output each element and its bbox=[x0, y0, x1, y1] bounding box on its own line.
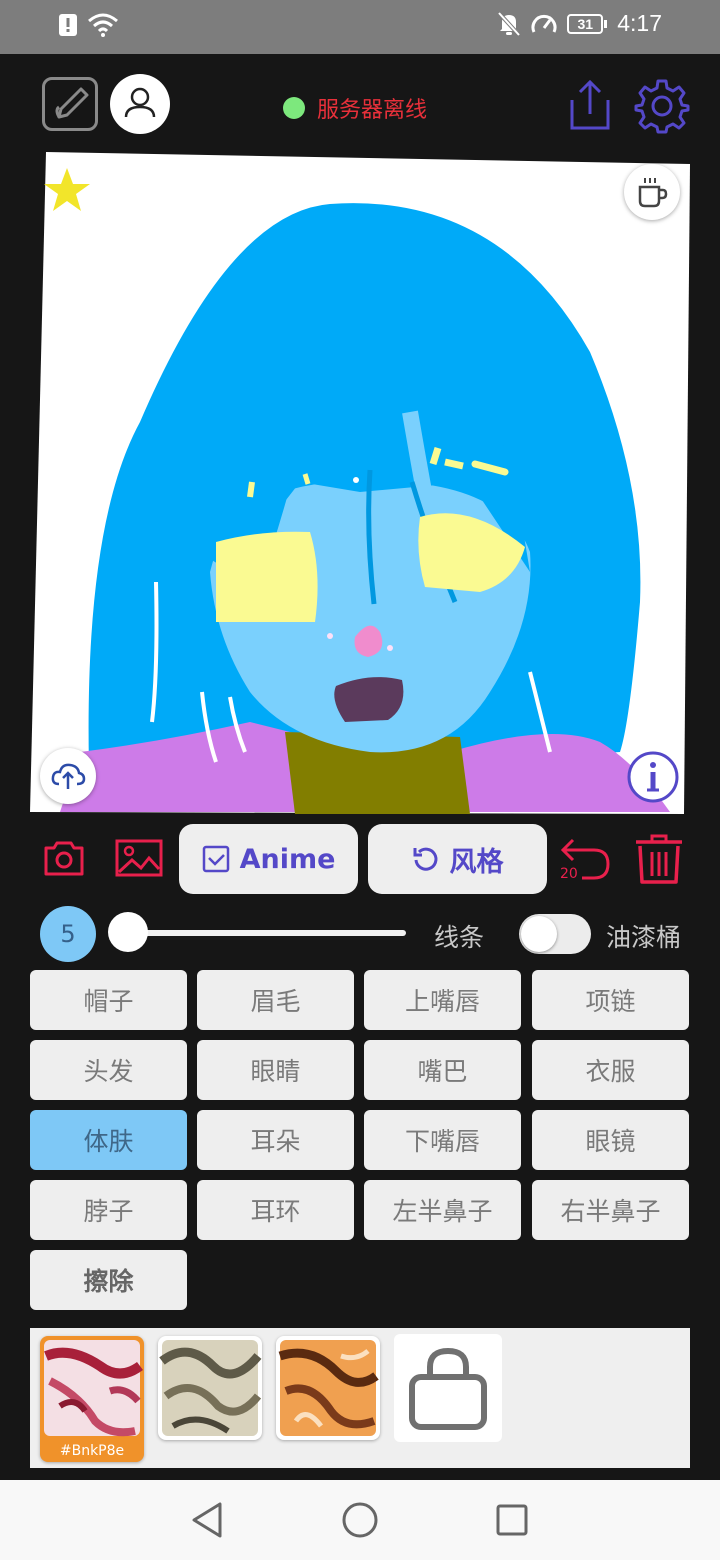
brush-controls: 5 线条 油漆桶 bbox=[0, 904, 720, 964]
part-chip-skin[interactable]: 体肤 bbox=[30, 1110, 187, 1170]
user-button[interactable] bbox=[110, 74, 170, 134]
part-chip-neck[interactable]: 脖子 bbox=[30, 1180, 187, 1240]
anime-label: Anime bbox=[239, 843, 336, 875]
style-swatch-selected[interactable]: #BnkP8e bbox=[40, 1336, 144, 1462]
toggle-knob bbox=[521, 916, 557, 952]
part-chip-necklace[interactable]: 项链 bbox=[532, 970, 689, 1030]
coffee-icon bbox=[638, 178, 668, 208]
style-thumbnail bbox=[278, 1340, 379, 1436]
alert-icon bbox=[59, 14, 77, 36]
camera-icon[interactable] bbox=[42, 836, 86, 880]
share-icon bbox=[570, 79, 610, 130]
style-button[interactable]: 风格 bbox=[368, 824, 547, 894]
shopping-bag-icon bbox=[409, 1347, 487, 1430]
style-thumbnail bbox=[159, 1340, 262, 1436]
share-button[interactable] bbox=[564, 78, 616, 136]
paint-bucket-label: 油漆桶 bbox=[606, 923, 682, 952]
info-button[interactable] bbox=[626, 750, 680, 804]
wifi-icon bbox=[88, 13, 118, 37]
part-chip-eyes[interactable]: 眼睛 bbox=[197, 1040, 354, 1100]
part-chip-mouth[interactable]: 嘴巴 bbox=[364, 1040, 521, 1100]
style-palette: #BnkP8e bbox=[30, 1328, 690, 1468]
style-store-button[interactable] bbox=[394, 1334, 502, 1442]
drawing-artwork bbox=[30, 152, 690, 814]
upload-icon bbox=[51, 763, 86, 789]
brush-size-badge: 5 bbox=[40, 906, 96, 962]
part-chip-hair[interactable]: 头发 bbox=[30, 1040, 187, 1100]
user-icon bbox=[124, 87, 156, 118]
star-icon[interactable] bbox=[42, 166, 92, 214]
paint-bucket-toggle[interactable] bbox=[519, 914, 591, 954]
server-status-text: 服务器离线 bbox=[317, 98, 428, 123]
status-bar: 31 4:17 bbox=[0, 0, 720, 54]
checkbox-icon bbox=[202, 845, 229, 873]
back-icon[interactable] bbox=[188, 1500, 228, 1540]
style-code: #BnkP8e bbox=[59, 1443, 125, 1459]
edit-icon bbox=[55, 87, 89, 119]
brush-size-track[interactable] bbox=[128, 930, 406, 936]
trash-icon[interactable] bbox=[632, 832, 686, 886]
erase-button[interactable]: 擦除 bbox=[30, 1250, 187, 1310]
part-chip-left-nose[interactable]: 左半鼻子 bbox=[364, 1180, 521, 1240]
settings-button[interactable] bbox=[634, 78, 690, 138]
settings-icon bbox=[634, 79, 690, 134]
part-chip-right-nose[interactable]: 右半鼻子 bbox=[532, 1180, 689, 1240]
recents-icon[interactable] bbox=[492, 1500, 532, 1540]
part-chip-ears[interactable]: 耳朵 bbox=[197, 1110, 354, 1170]
status-dot bbox=[283, 97, 305, 119]
anime-button[interactable]: Anime bbox=[179, 824, 358, 894]
tool-row: Anime 风格 20 bbox=[0, 822, 720, 898]
drawing-canvas[interactable] bbox=[30, 152, 690, 814]
battery-icon: 31 bbox=[567, 13, 608, 34]
upload-button[interactable] bbox=[40, 748, 96, 804]
coffee-button[interactable] bbox=[624, 164, 680, 220]
undo-count: 20 bbox=[560, 866, 578, 882]
battery-level: 31 bbox=[567, 13, 604, 34]
clock: 4:17 bbox=[617, 10, 662, 36]
part-chip-clothes[interactable]: 衣服 bbox=[532, 1040, 689, 1100]
brush-size-thumb[interactable] bbox=[108, 912, 148, 952]
part-chip-eyebrows[interactable]: 眉毛 bbox=[197, 970, 354, 1030]
home-icon[interactable] bbox=[340, 1500, 380, 1540]
part-chip-upper-lip[interactable]: 上嘴唇 bbox=[364, 970, 521, 1030]
undo-button[interactable]: 20 bbox=[558, 834, 614, 890]
style-swatch[interactable] bbox=[276, 1336, 380, 1440]
info-icon bbox=[627, 751, 679, 803]
bell-off-icon bbox=[497, 11, 521, 36]
app-bar: 服务器离线 bbox=[0, 54, 720, 154]
server-status: 服务器离线 bbox=[283, 92, 427, 124]
speed-icon bbox=[531, 14, 557, 33]
style-thumbnail bbox=[44, 1340, 143, 1437]
style-swatch[interactable] bbox=[158, 1336, 262, 1440]
part-chip-lower-lip[interactable]: 下嘴唇 bbox=[364, 1110, 521, 1170]
part-chip-earrings[interactable]: 耳环 bbox=[197, 1180, 354, 1240]
edit-button[interactable] bbox=[42, 77, 98, 131]
part-chip-glasses[interactable]: 眼镜 bbox=[532, 1110, 689, 1170]
image-icon[interactable] bbox=[114, 836, 164, 880]
style-label: 风格 bbox=[449, 846, 504, 878]
line-label: 线条 bbox=[434, 923, 485, 952]
navigation-bar bbox=[0, 1480, 720, 1560]
refresh-icon bbox=[413, 847, 437, 871]
part-chip-hat[interactable]: 帽子 bbox=[30, 970, 187, 1030]
